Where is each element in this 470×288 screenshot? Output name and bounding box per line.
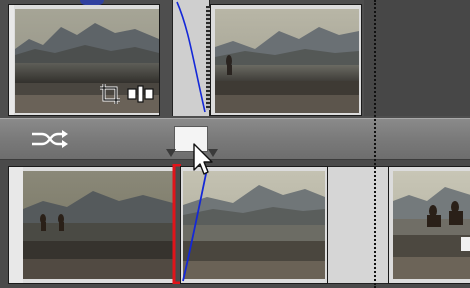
clip-marker-icon [80,0,104,5]
video-clip[interactable] [388,166,470,284]
track-gap [328,166,388,284]
transition-overlap[interactable] [172,0,210,116]
trim-icon[interactable] [127,85,155,103]
clip-thumbnail [215,9,359,113]
video-clip[interactable] [8,166,174,284]
video-clip[interactable] [8,4,160,116]
clip-border [9,167,23,283]
drag-cursor-icon [192,142,214,178]
empty-track-area [364,0,470,116]
clip-thumbnail [393,171,470,279]
upper-video-track [0,0,470,118]
shuffle-icon[interactable] [30,129,70,149]
clip-border [9,5,14,115]
handle-arrow-left-icon [166,144,176,157]
video-clip[interactable] [180,166,328,284]
transition-track [0,118,470,168]
lower-video-track [0,160,470,288]
transition-curve [182,168,208,282]
clip-edge-icon [461,237,470,251]
playhead-line[interactable] [374,0,376,288]
crop-icon[interactable] [99,83,121,105]
video-clip[interactable] [210,4,362,116]
clip-thumbnail [23,171,173,279]
